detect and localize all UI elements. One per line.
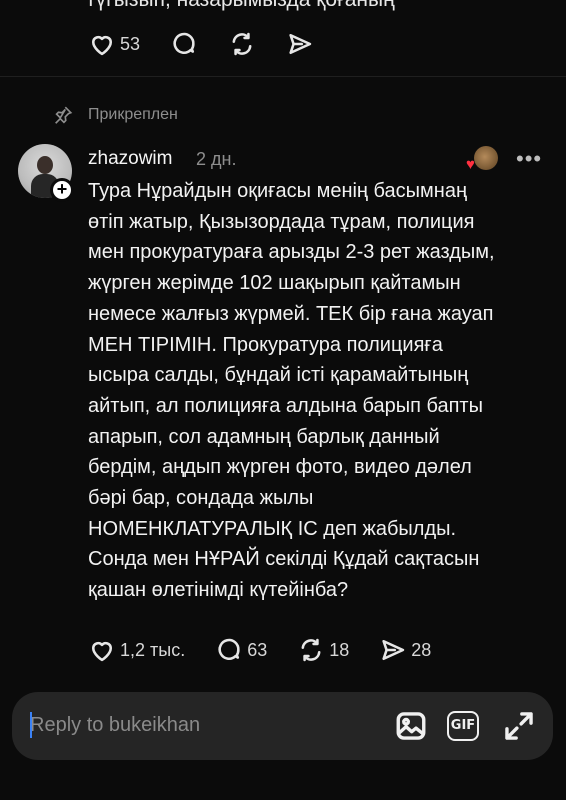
previous-post-actions: 53 (88, 30, 344, 58)
like-button[interactable]: 53 (88, 30, 140, 58)
share-icon (289, 33, 312, 55)
username[interactable]: zhazowim (88, 148, 172, 170)
pinned-label: Прикреплен (52, 104, 178, 126)
image-icon-svg (396, 712, 426, 740)
share-button[interactable]: 28 (379, 636, 431, 664)
like-count: 53 (120, 33, 141, 54)
comment-icon (218, 638, 240, 660)
post-time: 2 дн. (196, 149, 237, 169)
like-count: 1,2 тыс. (120, 639, 186, 660)
repost-button[interactable]: 18 (297, 636, 349, 664)
expand-icon[interactable] (502, 709, 536, 743)
post-actions: 1,2 тыс. 63 18 28 (88, 636, 461, 664)
heart-icon (91, 35, 113, 56)
share-count: 28 (411, 639, 432, 660)
liked-heart-icon: ♥ (466, 156, 475, 173)
liked-by-avatar[interactable] (474, 146, 498, 170)
follow-plus-icon[interactable]: + (50, 178, 74, 202)
text-cursor (30, 712, 32, 738)
expand-icon-svg (505, 712, 533, 740)
share-button[interactable] (286, 30, 314, 58)
post-divider (0, 76, 566, 77)
post-text: Тура Нұрайдын оқиғасы менің басымнаң өті… (88, 180, 495, 602)
comment-button[interactable] (170, 30, 198, 58)
repost-icon (301, 638, 321, 662)
comment-count: 63 (247, 639, 268, 660)
pinned-text: Прикреплен (88, 106, 178, 123)
repost-count: 18 (329, 639, 350, 660)
gif-icon[interactable]: GIF (447, 711, 479, 741)
previous-post-text: түгызып, назарымызда қоғаның (86, 0, 395, 12)
share-icon (382, 639, 405, 661)
more-icon[interactable]: ••• (516, 146, 542, 172)
reply-input[interactable]: Reply to bukeikhan (30, 714, 200, 737)
comment-icon (173, 32, 195, 54)
image-icon[interactable] (394, 709, 428, 743)
repost-button[interactable] (228, 30, 256, 58)
like-button[interactable]: 1,2 тыс. (88, 636, 185, 664)
repost-icon (232, 32, 252, 56)
heart-icon (91, 641, 113, 662)
pin-icon (55, 106, 73, 124)
comment-button[interactable]: 63 (215, 636, 267, 664)
